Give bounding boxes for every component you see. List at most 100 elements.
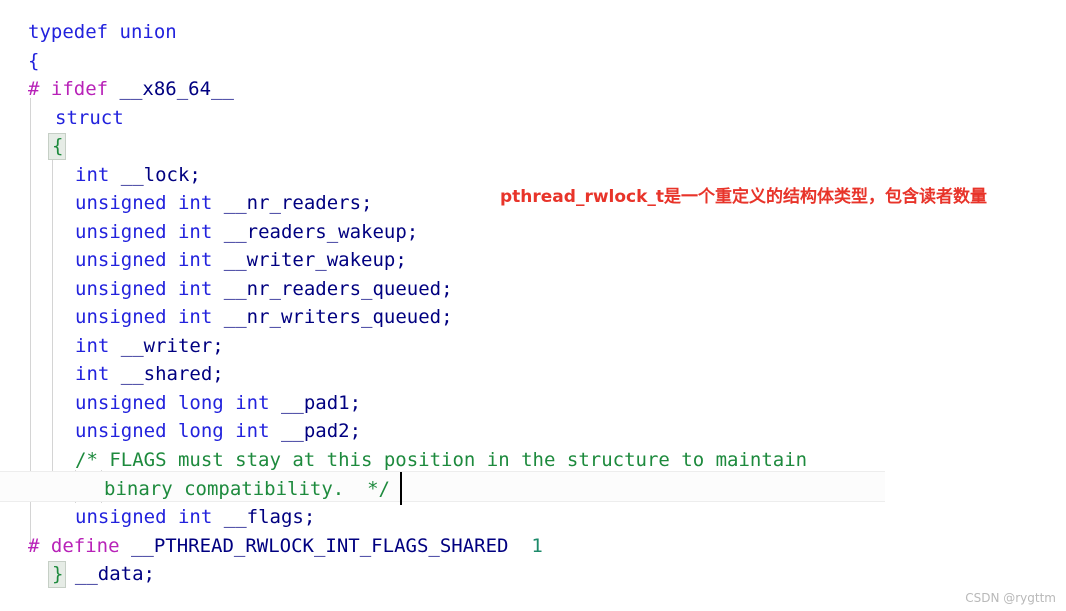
token-punc: ; — [303, 506, 316, 528]
token-kw: struct — [55, 107, 124, 129]
token-kw: int — [235, 420, 270, 442]
token-kw: int — [177, 306, 213, 328]
code-editor[interactable]: typedef union { # ifdef __x86_64__struct { i… — [0, 0, 1066, 611]
token-pre: # define — [28, 535, 120, 557]
token-punc: ; — [441, 278, 453, 300]
token-kw: int — [75, 164, 110, 186]
code-line-15[interactable]: unsigned long int __pad2; — [0, 417, 1066, 446]
token-kw: int — [177, 278, 213, 300]
token-kw: int — [177, 249, 213, 271]
token-kw: int — [177, 221, 213, 243]
token-kw: union — [119, 21, 177, 43]
token-punc: ; — [349, 392, 362, 414]
code-line-19[interactable]: # define __PTHREAD_RWLOCK_INT_FLAGS_SHAR… — [0, 532, 1066, 561]
token-kw: int — [75, 335, 110, 357]
code-line-9[interactable]: unsigned int __writer_wakeup; — [0, 246, 1066, 275]
token-ident: __x86_64__ — [119, 78, 234, 100]
code-line-10[interactable]: unsigned int __nr_readers_queued; — [0, 275, 1066, 304]
text-caret — [400, 472, 402, 505]
token-punc: ; — [189, 164, 201, 186]
code-line-3[interactable]: # ifdef __x86_64__ — [0, 75, 1066, 104]
token-punc: ; — [361, 192, 373, 214]
code-line-14[interactable]: unsigned long int __pad1; — [0, 389, 1066, 418]
token-punc: ; — [212, 335, 224, 357]
token-ident: __pad2 — [280, 420, 350, 442]
token-punc: ; — [349, 420, 362, 442]
token-kw: unsigned — [75, 420, 167, 442]
code-line-4[interactable]: struct — [0, 104, 1066, 133]
code-line-12[interactable]: int __writer; — [0, 332, 1066, 361]
token-punc: ; — [406, 221, 419, 243]
token-kw: { — [28, 50, 40, 72]
token-punc: ; — [143, 563, 155, 585]
token-kw: long — [177, 392, 224, 414]
token-kw: int — [177, 506, 213, 528]
code-line-16[interactable]: /* FLAGS must stay at this position in t… — [0, 446, 1066, 475]
token-kw: unsigned — [75, 278, 167, 300]
token-cmt: /* FLAGS must stay at this position in t… — [75, 449, 808, 471]
code-line-20[interactable]: } __data; — [0, 560, 1066, 589]
token-kw: unsigned — [75, 392, 167, 414]
code-line-2[interactable]: { — [0, 47, 1066, 76]
token-ident: __shared — [120, 363, 213, 385]
code-line-8[interactable]: unsigned int __readers_wakeup; — [0, 218, 1066, 247]
token-kw: int — [235, 392, 270, 414]
code-line-17[interactable]: binary compatibility. */ — [0, 475, 1066, 504]
token-ident: __flags — [223, 506, 304, 528]
token-punc: ; — [212, 363, 224, 385]
token-kw: unsigned — [75, 506, 167, 528]
code-line-13[interactable]: int __shared; — [0, 360, 1066, 389]
code-line-5[interactable]: { — [0, 132, 1066, 161]
token-brace: } — [52, 563, 64, 585]
token-ident: __lock — [120, 164, 190, 186]
token-ident: __data — [74, 563, 144, 585]
watermark: CSDN @rygttm — [965, 591, 1056, 605]
token-ident: __nr_writers_queued — [223, 306, 442, 328]
token-kw: unsigned — [75, 306, 167, 328]
token-ident: __writer_wakeup — [223, 249, 396, 271]
token-punc: ; — [441, 306, 453, 328]
token-ident: __pad1 — [280, 392, 350, 414]
code-line-1[interactable]: typedef union — [0, 18, 1066, 47]
token-brace: { — [52, 135, 64, 157]
token-pre: # ifdef — [28, 78, 109, 100]
annotation-text: pthread_rwlock_t是一个重定义的结构体类型，包含读者数量 — [500, 187, 988, 207]
token-kw: unsigned — [75, 192, 167, 214]
token-ident: __readers_wakeup — [223, 221, 407, 243]
token-ident: __PTHREAD_RWLOCK_INT_FLAGS_SHARED — [130, 535, 509, 557]
code-line-18[interactable]: unsigned int __flags; — [0, 503, 1066, 532]
code-line-11[interactable]: unsigned int __nr_writers_queued; — [0, 303, 1066, 332]
token-kw: unsigned — [75, 249, 167, 271]
token-ident: __writer — [120, 335, 213, 357]
token-kw: unsigned — [75, 221, 167, 243]
token-cmt: binary compatibility. */ — [104, 478, 390, 500]
token-kw: int — [75, 363, 110, 385]
token-kw: int — [177, 192, 213, 214]
token-punc: ; — [395, 249, 407, 271]
token-num: 1 — [531, 535, 543, 557]
